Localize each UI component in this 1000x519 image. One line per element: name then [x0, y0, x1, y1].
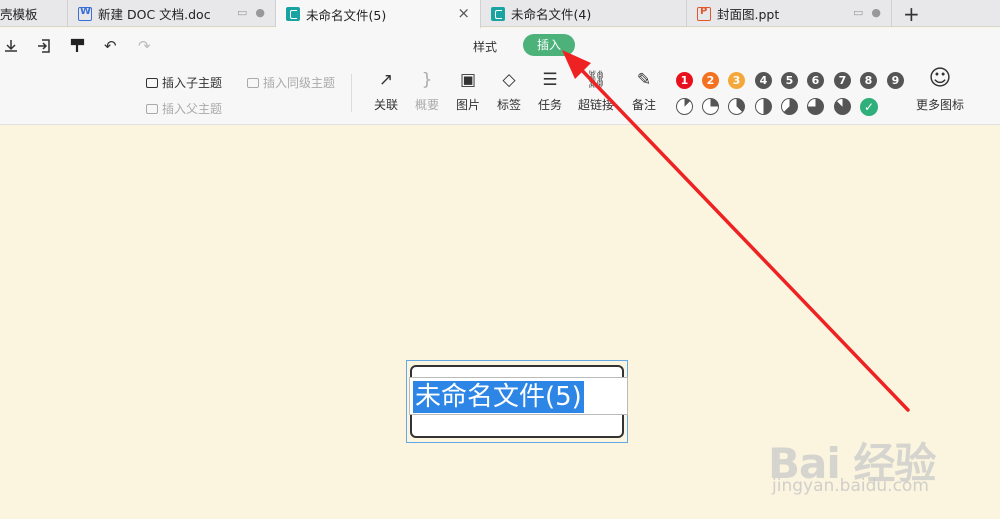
watermark-url: jingyan.baidu.com: [772, 476, 929, 496]
baidu-watermark: Bai 经验 jingyan.baidu.com: [768, 412, 996, 512]
